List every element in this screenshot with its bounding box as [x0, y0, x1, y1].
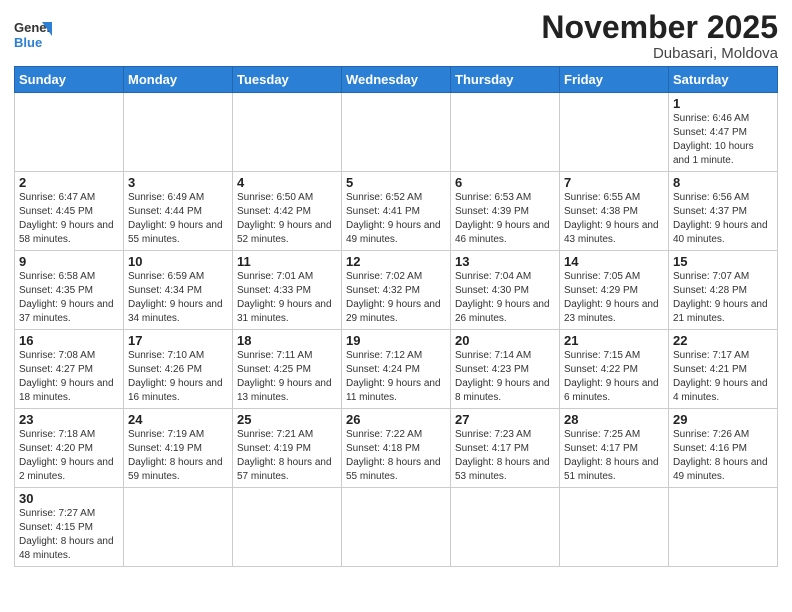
day-6: 6 Sunrise: 6:53 AMSunset: 4:39 PMDayligh… [451, 172, 560, 251]
day-10: 10 Sunrise: 6:59 AMSunset: 4:34 PMDaylig… [124, 251, 233, 330]
svg-text:Blue: Blue [14, 35, 42, 50]
empty-cell [560, 488, 669, 567]
header-saturday: Saturday [669, 67, 778, 93]
header-sunday: Sunday [15, 67, 124, 93]
header-tuesday: Tuesday [233, 67, 342, 93]
header: General Blue November 2025 Dubasari, Mol… [14, 10, 778, 62]
day-23: 23 Sunrise: 7:18 AMSunset: 4:20 PMDaylig… [15, 409, 124, 488]
day-14: 14 Sunrise: 7:05 AMSunset: 4:29 PMDaylig… [560, 251, 669, 330]
day-22: 22 Sunrise: 7:17 AMSunset: 4:21 PMDaylig… [669, 330, 778, 409]
title-block: November 2025 Dubasari, Moldova [541, 10, 778, 62]
day-7: 7 Sunrise: 6:55 AMSunset: 4:38 PMDayligh… [560, 172, 669, 251]
empty-cell [669, 488, 778, 567]
empty-cell [342, 488, 451, 567]
week-row-1: 1 Sunrise: 6:46 AMSunset: 4:47 PMDayligh… [15, 93, 778, 172]
week-row-2: 2 Sunrise: 6:47 AMSunset: 4:45 PMDayligh… [15, 172, 778, 251]
empty-cell [451, 93, 560, 172]
empty-cell [342, 93, 451, 172]
day-25: 25 Sunrise: 7:21 AMSunset: 4:19 PMDaylig… [233, 409, 342, 488]
header-monday: Monday [124, 67, 233, 93]
day-15: 15 Sunrise: 7:07 AMSunset: 4:28 PMDaylig… [669, 251, 778, 330]
day-28: 28 Sunrise: 7:25 AMSunset: 4:17 PMDaylig… [560, 409, 669, 488]
day-19: 19 Sunrise: 7:12 AMSunset: 4:24 PMDaylig… [342, 330, 451, 409]
header-friday: Friday [560, 67, 669, 93]
day-26: 26 Sunrise: 7:22 AMSunset: 4:18 PMDaylig… [342, 409, 451, 488]
day-1: 1 Sunrise: 6:46 AMSunset: 4:47 PMDayligh… [669, 93, 778, 172]
empty-cell [124, 488, 233, 567]
header-wednesday: Wednesday [342, 67, 451, 93]
week-row-5: 23 Sunrise: 7:18 AMSunset: 4:20 PMDaylig… [15, 409, 778, 488]
logo: General Blue [14, 14, 52, 52]
day-9: 9 Sunrise: 6:58 AMSunset: 4:35 PMDayligh… [15, 251, 124, 330]
day-30: 30 Sunrise: 7:27 AMSunset: 4:15 PMDaylig… [15, 488, 124, 567]
page: General Blue November 2025 Dubasari, Mol… [0, 0, 792, 612]
empty-cell [560, 93, 669, 172]
day-16: 16 Sunrise: 7:08 AMSunset: 4:27 PMDaylig… [15, 330, 124, 409]
week-row-3: 9 Sunrise: 6:58 AMSunset: 4:35 PMDayligh… [15, 251, 778, 330]
week-row-4: 16 Sunrise: 7:08 AMSunset: 4:27 PMDaylig… [15, 330, 778, 409]
day-3: 3 Sunrise: 6:49 AMSunset: 4:44 PMDayligh… [124, 172, 233, 251]
empty-cell [233, 93, 342, 172]
day-21: 21 Sunrise: 7:15 AMSunset: 4:22 PMDaylig… [560, 330, 669, 409]
empty-cell [451, 488, 560, 567]
day-13: 13 Sunrise: 7:04 AMSunset: 4:30 PMDaylig… [451, 251, 560, 330]
day-4: 4 Sunrise: 6:50 AMSunset: 4:42 PMDayligh… [233, 172, 342, 251]
day-11: 11 Sunrise: 7:01 AMSunset: 4:33 PMDaylig… [233, 251, 342, 330]
header-thursday: Thursday [451, 67, 560, 93]
month-title: November 2025 [541, 10, 778, 45]
day-8: 8 Sunrise: 6:56 AMSunset: 4:37 PMDayligh… [669, 172, 778, 251]
weekday-header-row: Sunday Monday Tuesday Wednesday Thursday… [15, 67, 778, 93]
day-5: 5 Sunrise: 6:52 AMSunset: 4:41 PMDayligh… [342, 172, 451, 251]
empty-cell [124, 93, 233, 172]
logo-icon: General Blue [14, 14, 52, 52]
location-subtitle: Dubasari, Moldova [541, 45, 778, 62]
day-27: 27 Sunrise: 7:23 AMSunset: 4:17 PMDaylig… [451, 409, 560, 488]
calendar-table: Sunday Monday Tuesday Wednesday Thursday… [14, 66, 778, 567]
day-24: 24 Sunrise: 7:19 AMSunset: 4:19 PMDaylig… [124, 409, 233, 488]
empty-cell [15, 93, 124, 172]
day-29: 29 Sunrise: 7:26 AMSunset: 4:16 PMDaylig… [669, 409, 778, 488]
day-18: 18 Sunrise: 7:11 AMSunset: 4:25 PMDaylig… [233, 330, 342, 409]
empty-cell [233, 488, 342, 567]
day-17: 17 Sunrise: 7:10 AMSunset: 4:26 PMDaylig… [124, 330, 233, 409]
day-20: 20 Sunrise: 7:14 AMSunset: 4:23 PMDaylig… [451, 330, 560, 409]
day-2: 2 Sunrise: 6:47 AMSunset: 4:45 PMDayligh… [15, 172, 124, 251]
day-12: 12 Sunrise: 7:02 AMSunset: 4:32 PMDaylig… [342, 251, 451, 330]
week-row-6: 30 Sunrise: 7:27 AMSunset: 4:15 PMDaylig… [15, 488, 778, 567]
